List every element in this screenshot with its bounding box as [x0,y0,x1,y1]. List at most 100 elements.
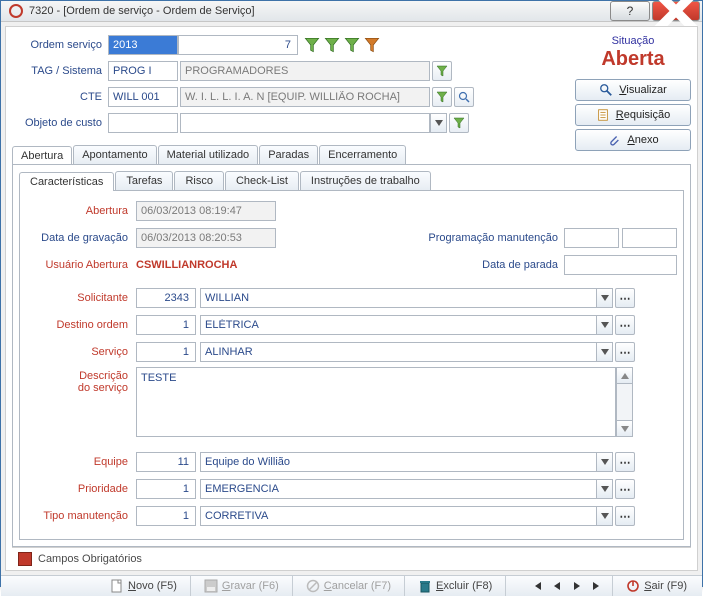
destino-lookup-button[interactable]: ⋯ [615,315,635,335]
servico-desc-input[interactable] [200,342,596,362]
header-section: Ordem serviço TAG / Sistema [12,33,691,137]
tab-apontamento[interactable]: Apontamento [73,145,156,164]
sair-label: air (F9) [652,580,687,592]
tipo-lookup-button[interactable]: ⋯ [615,506,635,526]
legend-bar: Campos Obrigatórios [12,547,691,570]
equipe-dropdown[interactable] [596,452,613,472]
subtab-caracteristicas[interactable]: Características [19,172,114,191]
equipe-code-input[interactable] [136,452,196,472]
close-button[interactable] [652,1,700,21]
cte-label: CTE [12,91,108,103]
servico-lookup-button[interactable]: ⋯ [615,342,635,362]
cte-code-input[interactable] [108,87,178,107]
tipo-dropdown[interactable] [596,506,613,526]
subtab-instrucoes[interactable]: Instruções de trabalho [300,171,431,190]
prioridade-lookup-button[interactable]: ⋯ [615,479,635,499]
tipo-desc-input[interactable] [200,506,596,526]
gravar-label: ravar (F6) [230,580,278,592]
anexo-button[interactable]: Anexo [575,129,691,151]
equipe-lookup-button[interactable]: ⋯ [615,452,635,472]
action-buttons: Visualizar Requisição Anexo [575,79,691,151]
excluir-button[interactable]: Excluir (F8) [411,576,499,596]
visualizar-label: isualizar [626,84,666,96]
destino-label: Destino ordem [26,319,136,331]
prioridade-dropdown[interactable] [596,479,613,499]
descricao-textarea[interactable]: TESTE [136,367,616,437]
sair-button[interactable]: Sair (F9) [619,576,694,596]
equipe-desc-input[interactable] [200,452,596,472]
scroll-down-icon[interactable] [617,420,632,436]
tag-code-input[interactable] [108,61,178,81]
funnel-icon-3[interactable] [344,37,360,53]
gravar-button: Gravar (F6) [197,576,286,596]
funnel-icon-4[interactable] [364,37,380,53]
objeto-custo-label: Objeto de custo [12,117,108,129]
bottom-toolbar: Novo (F5) Gravar (F6) Cancelar (F7) Excl… [1,575,702,596]
objeto-desc-input[interactable] [180,113,430,133]
tab-material[interactable]: Material utilizado [158,145,259,164]
visualizar-button[interactable]: Visualizar [575,79,691,101]
cte-filter-button[interactable] [432,87,452,107]
destino-dropdown[interactable] [596,315,613,335]
solicitante-code-input[interactable] [136,288,196,308]
window-buttons: ? [610,1,702,21]
prog-manutencao-input-1[interactable] [564,228,619,248]
tipo-code-input[interactable] [136,506,196,526]
servico-dropdown[interactable] [596,342,613,362]
requisicao-button[interactable]: Requisição [575,104,691,126]
required-legend-text: Campos Obrigatórios [38,553,142,565]
ordem-servico-year-input[interactable] [108,35,178,55]
help-button[interactable]: ? [610,1,650,21]
nav-last-button[interactable] [588,577,606,595]
ordem-servico-seq-input[interactable] [178,35,298,55]
nav-next-button[interactable] [568,577,586,595]
destino-desc-input[interactable] [200,315,596,335]
solicitante-dropdown[interactable] [596,288,613,308]
cte-search-button[interactable] [454,87,474,107]
novo-button[interactable]: Novo (F5) [103,576,184,596]
servico-label: Serviço [26,346,136,358]
prog-manutencao-input-2[interactable] [622,228,677,248]
novo-label: ovo (F5) [136,580,177,592]
abertura-value [136,201,276,221]
subtab-tarefas[interactable]: Tarefas [115,171,173,190]
servico-code-input[interactable] [136,342,196,362]
equipe-label: Equipe [26,456,136,468]
abertura-label: Abertura [26,205,136,217]
prioridade-code-input[interactable] [136,479,196,499]
data-parada-input[interactable] [564,255,677,275]
descricao-scrollbar[interactable] [616,367,633,437]
cte-desc-input [180,87,430,107]
excluir-label: xcluir (F8) [443,580,492,592]
anexo-label: nexo [635,134,659,146]
nav-first-button[interactable] [528,577,546,595]
tab-abertura[interactable]: Abertura [12,146,72,164]
tag-desc-input [180,61,430,81]
destino-code-input[interactable] [136,315,196,335]
funnel-icon-2[interactable] [324,37,340,53]
solicitante-desc-input[interactable] [200,288,596,308]
main-tab-panel: Características Tarefas Risco Check-List… [12,165,691,547]
objeto-search-button[interactable] [449,113,469,133]
objeto-dropdown[interactable] [430,113,447,133]
record-nav [528,577,606,595]
window-title: 7320 - [Ordem de serviço - Ordem de Serv… [29,5,610,17]
objeto-code-input[interactable] [108,113,178,133]
sub-tabs: Características Tarefas Risco Check-List… [19,171,684,191]
prioridade-label: Prioridade [26,483,136,495]
caracteristicas-panel: Abertura Data de gravação Programação ma… [19,191,684,540]
situacao-label: Situação [575,35,691,47]
subtab-checklist[interactable]: Check-List [225,171,299,190]
tag-search-button[interactable] [432,61,452,81]
funnel-icon-1[interactable] [304,37,320,53]
solicitante-lookup-button[interactable]: ⋯ [615,288,635,308]
tab-encerramento[interactable]: Encerramento [319,145,406,164]
scroll-up-icon[interactable] [617,368,632,384]
nav-prev-button[interactable] [548,577,566,595]
titlebar: 7320 - [Ordem de serviço - Ordem de Serv… [1,1,702,22]
header-fields: Ordem serviço TAG / Sistema [12,33,569,137]
prioridade-desc-input[interactable] [200,479,596,499]
tab-paradas[interactable]: Paradas [259,145,318,164]
subtab-risco[interactable]: Risco [174,171,224,190]
form-area: Ordem serviço TAG / Sistema [5,26,698,571]
